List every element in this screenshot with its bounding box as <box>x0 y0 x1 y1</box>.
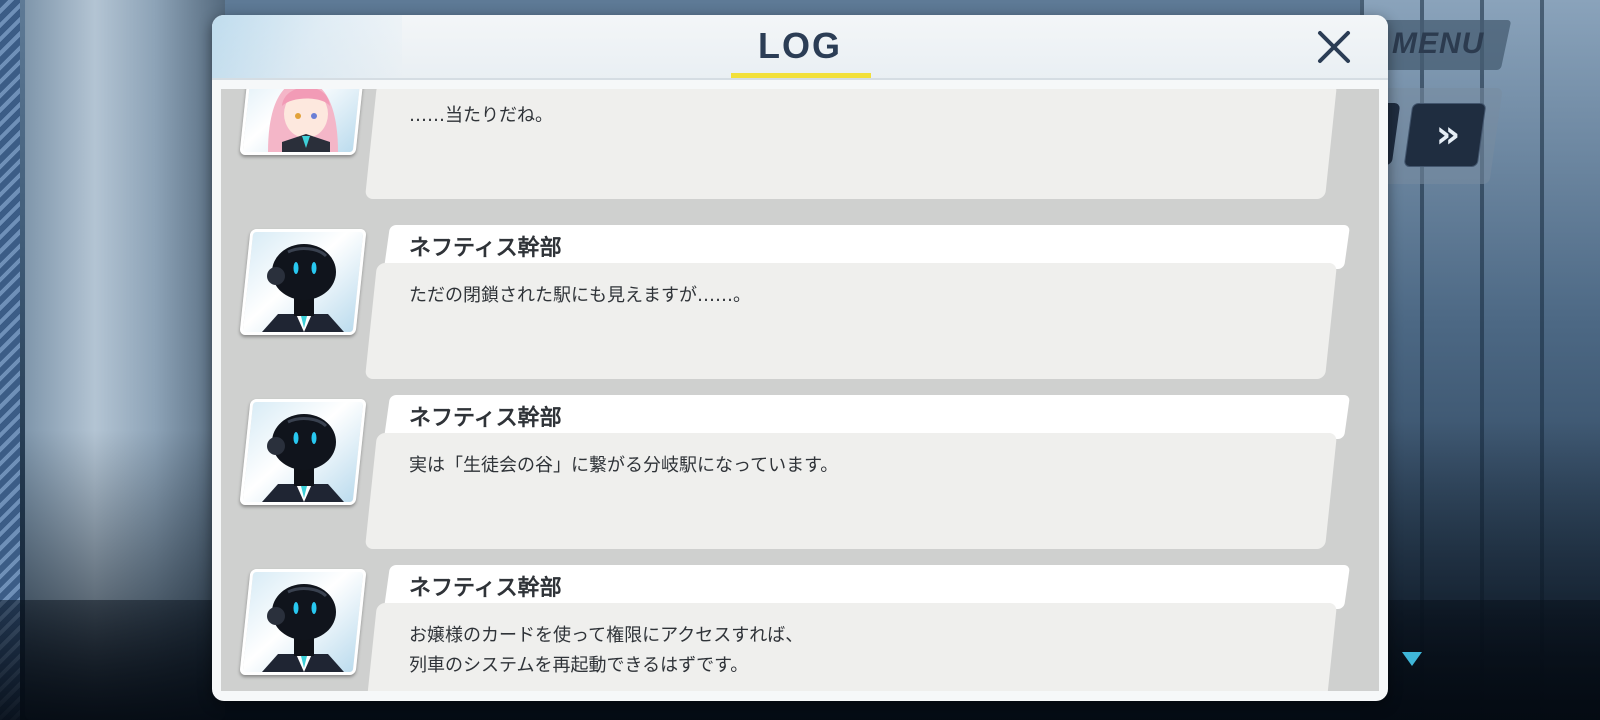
log-header: LOG <box>212 15 1388 79</box>
robot-portrait-figure <box>262 584 344 672</box>
log-entry: ……当たりだね。 <box>221 89 1379 205</box>
black-robot-avatar <box>239 399 367 505</box>
speaker-name: ネフティス幹部 <box>409 576 562 601</box>
log-dialog: LOG ……当たりだね。 ネフティス幹部 ただの閉鎖された駅にも見えますが……。… <box>212 15 1388 701</box>
robot-portrait-figure <box>262 414 344 502</box>
speaker-name: ネフティス幹部 <box>409 406 562 431</box>
log-entry: ネフティス幹部 お嬢様のカードを使って権限にアクセスすれば、 列車のシステムを再… <box>221 565 1379 691</box>
robot-portrait-figure <box>262 244 344 332</box>
log-title: LOG <box>758 25 842 66</box>
speaker-name: ネフティス幹部 <box>409 236 562 261</box>
black-robot-avatar <box>239 569 367 675</box>
double-chevron-right-icon: » <box>1435 112 1461 156</box>
pink-haired-student-avatar <box>239 89 367 155</box>
log-entry: ネフティス幹部 実は「生徒会の谷」に繋がる分岐駅になっています。 <box>221 395 1379 555</box>
log-list[interactable]: ……当たりだね。 ネフティス幹部 ただの閉鎖された駅にも見えますが……。 ネフテ… <box>221 89 1379 691</box>
menu-button-label: MENU <box>1392 27 1485 60</box>
message-text: ……当たりだね。 <box>409 105 553 126</box>
triangle-down-icon <box>1402 652 1422 666</box>
black-robot-avatar <box>239 229 367 335</box>
message-text: お嬢様のカードを使って権限にアクセスすれば、 列車のシステムを再起動できるはずで… <box>409 625 804 676</box>
message-text: ただの閉鎖された駅にも見えますが……。 <box>409 285 751 306</box>
close-x-icon <box>1318 31 1350 63</box>
message-text: 実は「生徒会の谷」に繋がる分岐駅になっています。 <box>409 455 839 476</box>
student-portrait-figure <box>268 89 338 152</box>
log-entry: ネフティス幹部 ただの閉鎖された駅にも見えますが……。 <box>221 225 1379 385</box>
close-button[interactable] <box>1312 25 1356 69</box>
header-divider <box>212 78 1388 80</box>
